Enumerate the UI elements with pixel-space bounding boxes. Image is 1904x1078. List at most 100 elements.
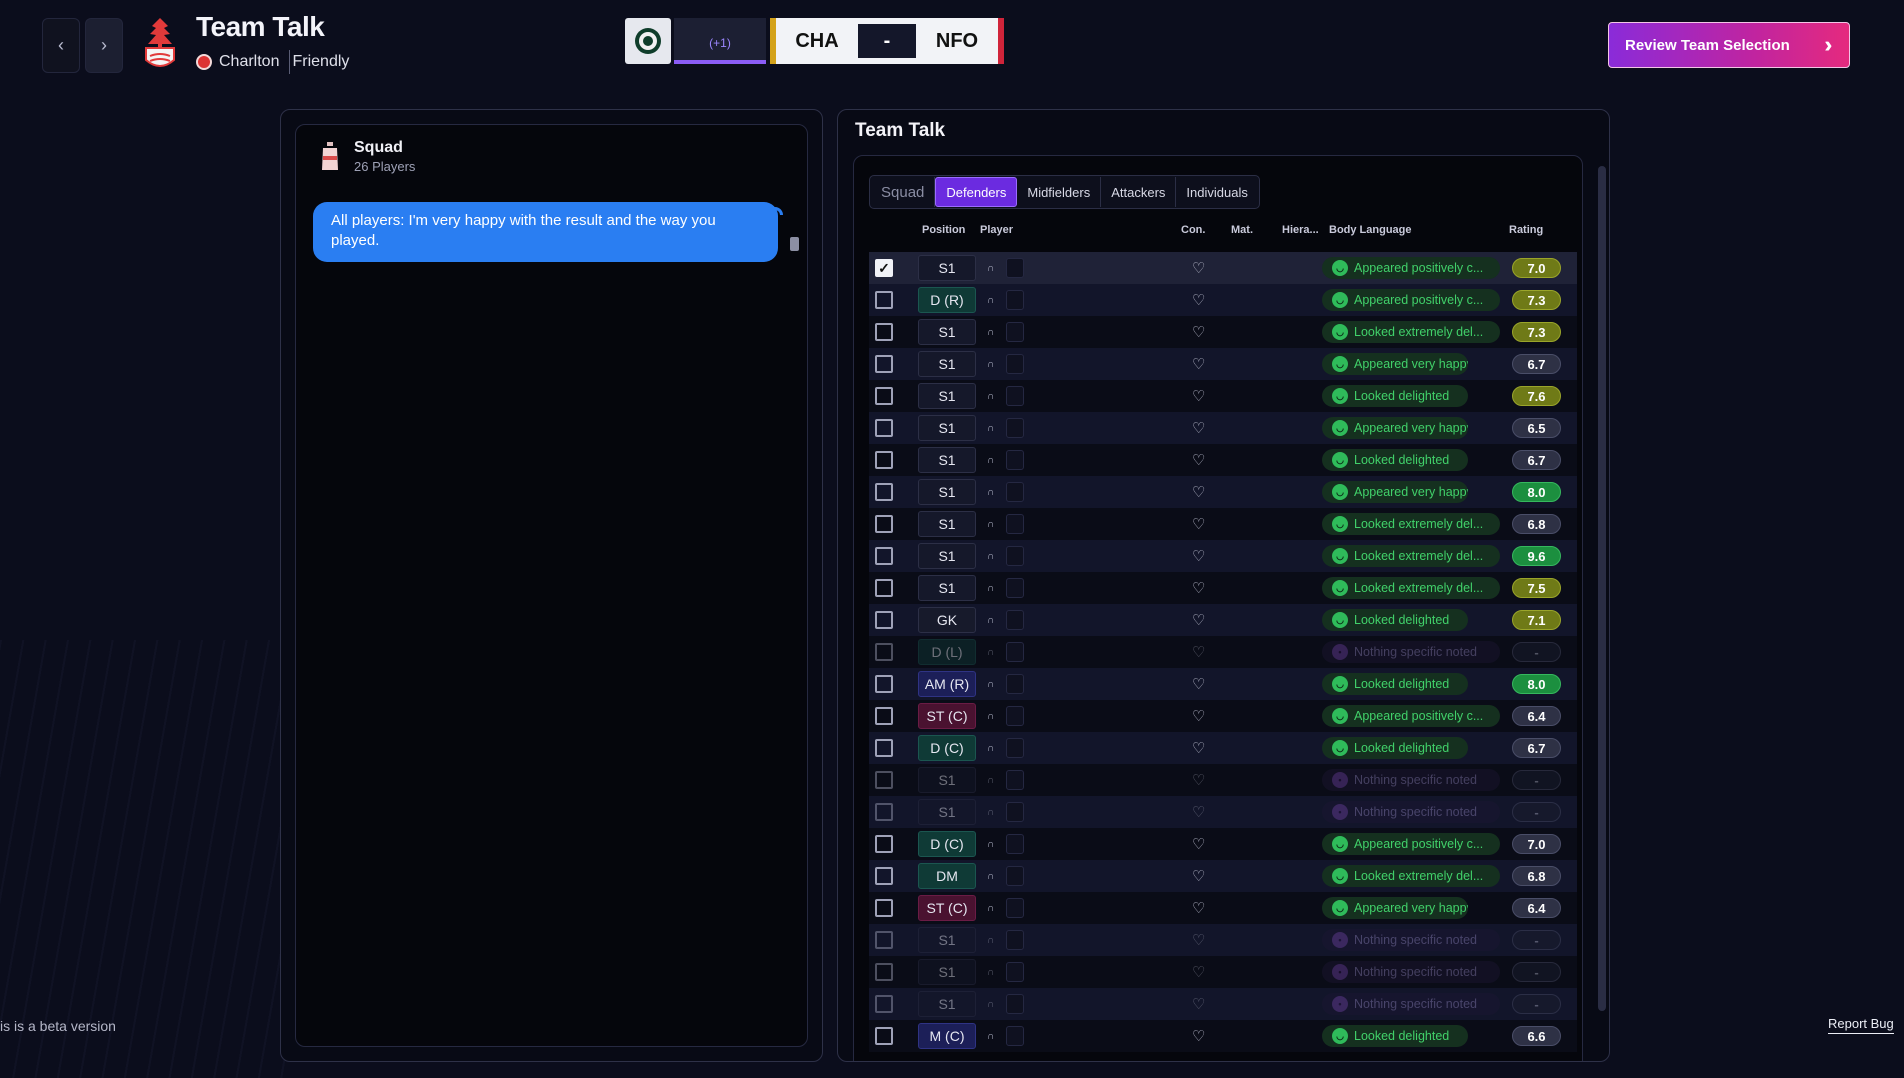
table-row[interactable]: S1 ∩ ♡ • Nothing specific noted -: [869, 956, 1577, 988]
player-name-box[interactable]: [1006, 738, 1024, 758]
row-checkbox[interactable]: [875, 739, 893, 757]
row-checkbox[interactable]: [875, 899, 893, 917]
report-bug-link[interactable]: Report Bug: [1828, 1016, 1894, 1034]
row-checkbox[interactable]: [875, 515, 893, 533]
table-row[interactable]: D (C) ∩ ♡ ◡ Looked delighted 6.7: [869, 732, 1577, 764]
player-name-box[interactable]: [1006, 450, 1024, 470]
table-row[interactable]: GK ∩ ♡ ◡ Looked delighted 7.1: [869, 604, 1577, 636]
table-row[interactable]: M (C) ∩ ♡ ◡ Looked delighted 6.6: [869, 1020, 1577, 1052]
competition-badge[interactable]: [625, 18, 671, 64]
player-name-box[interactable]: [1006, 834, 1024, 854]
table-row[interactable]: S1 ∩ ♡ • Nothing specific noted -: [869, 764, 1577, 796]
column-rating[interactable]: Rating: [1509, 224, 1543, 236]
table-row[interactable]: AM (R) ∩ ♡ ◡ Looked delighted 8.0: [869, 668, 1577, 700]
table-row[interactable]: DM ∩ ♡ ◡ Looked extremely del... 6.8: [869, 860, 1577, 892]
row-checkbox[interactable]: [875, 931, 893, 949]
column-position[interactable]: Position: [922, 224, 965, 236]
table-row[interactable]: S1 ∩ ♡ ◡ Looked extremely del... 7.3: [869, 316, 1577, 348]
row-checkbox[interactable]: [875, 355, 893, 373]
row-checkbox[interactable]: [875, 707, 893, 725]
table-row[interactable]: S1 ∩ ♡ ◡ Looked extremely del... 7.5: [869, 572, 1577, 604]
player-name-box[interactable]: [1006, 354, 1024, 374]
row-checkbox[interactable]: [875, 323, 893, 341]
player-name-box[interactable]: [1006, 322, 1024, 342]
tab-defenders[interactable]: Defenders: [935, 177, 1018, 207]
row-checkbox[interactable]: [875, 803, 893, 821]
forward-button[interactable]: ›: [85, 18, 123, 73]
row-checkbox[interactable]: [875, 835, 893, 853]
table-row[interactable]: S1 ∩ ♡ • Nothing specific noted -: [869, 796, 1577, 828]
back-button[interactable]: ‹: [42, 18, 80, 73]
column-hierarchy[interactable]: Hiera...: [1282, 224, 1319, 236]
tab-attackers[interactable]: Attackers: [1101, 177, 1177, 207]
table-scrollbar[interactable]: [1598, 166, 1606, 1011]
smiley-face-icon: ◡: [1332, 676, 1348, 692]
player-name-box[interactable]: [1006, 994, 1024, 1014]
column-body-language[interactable]: Body Language: [1329, 224, 1412, 236]
table-row[interactable]: ✓ S1 ∩ ♡ ◡ Appeared positively c... 7.0: [869, 252, 1577, 284]
row-checkbox[interactable]: [875, 771, 893, 789]
row-checkbox[interactable]: ✓: [875, 259, 893, 277]
table-row[interactable]: S1 ∩ ♡ ◡ Appeared very happy 6.7: [869, 348, 1577, 380]
player-name-box[interactable]: [1006, 962, 1024, 982]
player-name-box[interactable]: [1006, 1026, 1024, 1046]
table-row[interactable]: D (C) ∩ ♡ ◡ Appeared positively c... 7.0: [869, 828, 1577, 860]
player-name-box[interactable]: [1006, 898, 1024, 918]
player-name-box[interactable]: [1006, 866, 1024, 886]
row-checkbox[interactable]: [875, 995, 893, 1013]
row-checkbox[interactable]: [875, 387, 893, 405]
row-checkbox[interactable]: [875, 291, 893, 309]
player-name-box[interactable]: [1006, 482, 1024, 502]
heart-icon: ♡: [1192, 548, 1206, 565]
chat-scrollbar[interactable]: [790, 237, 799, 251]
player-name-box[interactable]: [1006, 610, 1024, 630]
chevron-left-icon: ‹: [58, 35, 64, 55]
tab-squad[interactable]: Squad: [871, 177, 936, 207]
player-name-box[interactable]: [1006, 706, 1024, 726]
player-name-box[interactable]: [1006, 386, 1024, 406]
column-con[interactable]: Con.: [1181, 224, 1205, 236]
body-language-pill: ◡ Looked extremely del...: [1322, 865, 1500, 887]
row-checkbox[interactable]: [875, 451, 893, 469]
table-row[interactable]: S1 ∩ ♡ ◡ Appeared very happy 6.5: [869, 412, 1577, 444]
row-checkbox[interactable]: [875, 419, 893, 437]
player-name-box[interactable]: [1006, 770, 1024, 790]
player-name-box[interactable]: [1006, 578, 1024, 598]
row-checkbox[interactable]: [875, 483, 893, 501]
table-row[interactable]: ST (C) ∩ ♡ ◡ Appeared very happy 6.4: [869, 892, 1577, 924]
table-row[interactable]: S1 ∩ ♡ ◡ Looked extremely del... 6.8: [869, 508, 1577, 540]
column-mat[interactable]: Mat.: [1231, 224, 1253, 236]
row-checkbox[interactable]: [875, 675, 893, 693]
column-player[interactable]: Player: [980, 224, 1013, 236]
row-checkbox[interactable]: [875, 611, 893, 629]
table-row[interactable]: S1 ∩ ♡ ◡ Looked extremely del... 9.6: [869, 540, 1577, 572]
row-checkbox[interactable]: [875, 579, 893, 597]
player-name-box[interactable]: [1006, 258, 1024, 278]
tab-midfielders[interactable]: Midfielders: [1017, 177, 1102, 207]
table-row[interactable]: S1 ∩ ♡ ◡ Appeared very happy 8.0: [869, 476, 1577, 508]
table-row[interactable]: S1 ∩ ♡ ◡ Looked delighted 7.6: [869, 380, 1577, 412]
table-row[interactable]: D (L) ∩ ♡ • Nothing specific noted -: [869, 636, 1577, 668]
player-name-box[interactable]: [1006, 418, 1024, 438]
table-row[interactable]: S1 ∩ ♡ • Nothing specific noted -: [869, 924, 1577, 956]
player-name-box[interactable]: [1006, 642, 1024, 662]
table-row[interactable]: D (R) ∩ ♡ ◡ Appeared positively c... 7.3: [869, 284, 1577, 316]
player-name-box[interactable]: [1006, 930, 1024, 950]
player-name-box[interactable]: [1006, 290, 1024, 310]
row-checkbox[interactable]: [875, 867, 893, 885]
review-team-selection-button[interactable]: Review Team Selection ››: [1608, 22, 1850, 68]
row-checkbox[interactable]: [875, 643, 893, 661]
body-language-text: Looked extremely del...: [1354, 549, 1484, 563]
player-name-box[interactable]: [1006, 546, 1024, 566]
table-row[interactable]: S1 ∩ ♡ • Nothing specific noted -: [869, 988, 1577, 1020]
row-checkbox[interactable]: [875, 547, 893, 565]
row-checkbox[interactable]: [875, 1027, 893, 1045]
table-row[interactable]: S1 ∩ ♡ ◡ Looked delighted 6.7: [869, 444, 1577, 476]
tab-individuals[interactable]: Individuals: [1176, 177, 1257, 207]
table-row[interactable]: ST (C) ∩ ♡ ◡ Appeared positively c... 6.4: [869, 700, 1577, 732]
player-name-box[interactable]: [1006, 802, 1024, 822]
row-checkbox[interactable]: [875, 963, 893, 981]
player-face-icon: ∩: [987, 486, 995, 498]
player-name-box[interactable]: [1006, 674, 1024, 694]
player-name-box[interactable]: [1006, 514, 1024, 534]
